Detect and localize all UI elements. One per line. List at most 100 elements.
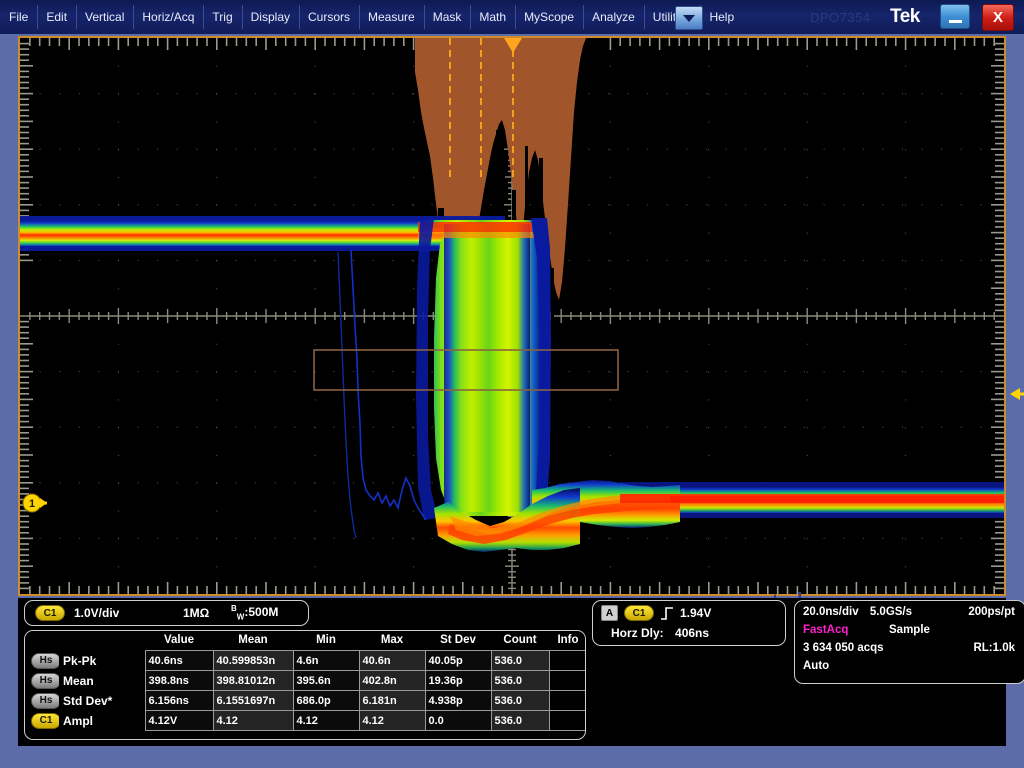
menu-file[interactable]: File [0, 0, 37, 34]
measurement-source-badge: C1 [31, 713, 59, 729]
acq-mode: FastAcq [803, 624, 848, 636]
measurement-source-badge: Hs [31, 673, 59, 689]
close-button[interactable]: X [982, 4, 1014, 31]
waveform-svg [20, 38, 1004, 594]
header-count: Count [491, 631, 549, 651]
measurement-source-badge: Hs [31, 693, 59, 709]
header-min: Min [293, 631, 359, 651]
header-spacer-label [59, 631, 145, 651]
waveform-display[interactable]: 1 www.tehencom.com [18, 36, 1006, 596]
row-badge-cell: Hs [25, 671, 59, 691]
cell-info [549, 651, 586, 671]
channel1-bandwidth: BW:500M [231, 604, 278, 621]
cell-max: 4.12 [359, 711, 425, 731]
trigger-readout-panel[interactable]: A C1 1.94V Horz Dly: 406ns [592, 600, 786, 646]
menu-edit[interactable]: Edit [37, 0, 76, 34]
header-mean: Mean [213, 631, 293, 651]
measurement-table: Value Mean Min Max St Dev Count Info Hs [25, 631, 586, 731]
cell-count: 536.0 [491, 711, 549, 731]
record-length: RL:1.0k [973, 642, 1015, 654]
menu-analyze[interactable]: Analyze [583, 0, 644, 34]
horz-row-timebase: 20.0ns/div 5.0GS/s 200ps/pt [803, 606, 1017, 624]
menu-trig[interactable]: Trig [203, 0, 241, 34]
header-value: Value [145, 631, 213, 651]
bw-value: :500M [244, 605, 278, 619]
acq-type: Sample [889, 624, 930, 636]
cell-stdev: 4.938p [425, 691, 491, 711]
trigger-level-value: 1.94V [680, 606, 711, 620]
cell-info [549, 711, 586, 731]
model-label: DPO7354 [810, 10, 871, 25]
header-stdev: St Dev [425, 631, 491, 651]
graticule-canvas [20, 38, 1004, 594]
menu-math[interactable]: Math [470, 0, 515, 34]
channel1-ground-marker[interactable]: 1 [22, 492, 52, 514]
cell-value: 4.12V [145, 711, 213, 731]
trigger-row-level: A C1 1.94V [601, 605, 777, 621]
tek-logo: Tek [890, 6, 920, 28]
rising-edge-icon [660, 607, 674, 620]
row-badge-cell: Hs [25, 651, 59, 671]
cell-min: 686.0p [293, 691, 359, 711]
horz-row-acqmode: FastAcq Sample [803, 624, 1017, 642]
horz-row-acqcount: 3 634 050 acqs RL:1.0k [803, 642, 1017, 660]
cell-min: 4.12 [293, 711, 359, 731]
measurement-name: Mean [63, 674, 94, 688]
cell-stdev: 19.36p [425, 671, 491, 691]
table-row[interactable]: Hs Std Dev* 6.156ns 6.1551697n 686.0p 6.… [25, 691, 586, 711]
menu-display[interactable]: Display [242, 0, 299, 34]
trigger-level-marker[interactable] [1008, 386, 1024, 402]
row-badge-cell: C1 [25, 711, 59, 731]
cell-max: 6.181n [359, 691, 425, 711]
channel1-volts-per-div: 1.0V/div [74, 606, 119, 620]
table-row[interactable]: Hs Mean 398.8ns 398.81012n 395.6n 402.8n… [25, 671, 586, 691]
menu-help[interactable]: Help [700, 0, 743, 34]
menu-myscope[interactable]: MyScope [515, 0, 583, 34]
cell-min: 4.6n [293, 651, 359, 671]
cell-count: 536.0 [491, 691, 549, 711]
channel1-readout[interactable]: C1 1.0V/div 1MΩ BW:500M [24, 600, 309, 626]
cell-mean: 398.81012n [213, 671, 293, 691]
menu-vertical[interactable]: Vertical [76, 0, 133, 34]
minimize-icon [949, 20, 962, 23]
cell-count: 536.0 [491, 651, 549, 671]
cell-stdev: 40.05p [425, 651, 491, 671]
horz-row-trigmode: Auto [803, 660, 1017, 678]
trigger-mode: Auto [803, 660, 829, 672]
time-per-div: 20.0ns/div [803, 606, 859, 618]
measurement-name: Ampl [63, 714, 93, 728]
row-label-cell: Std Dev* [59, 691, 145, 711]
cell-value: 6.156ns [145, 691, 213, 711]
menu-measure[interactable]: Measure [359, 0, 424, 34]
table-row[interactable]: Hs Pk-Pk 40.6ns 40.599853n 4.6n 40.6n 40… [25, 651, 586, 671]
measurement-table-panel[interactable]: Value Mean Min Max St Dev Count Info Hs [24, 630, 586, 740]
minimize-button[interactable] [940, 4, 970, 29]
resolution: 200ps/pt [968, 606, 1015, 618]
channel1-badge: C1 [35, 605, 65, 621]
cell-value: 398.8ns [145, 671, 213, 691]
measurement-name: Std Dev* [63, 694, 112, 708]
header-info: Info [549, 631, 586, 651]
chevron-down-icon[interactable] [675, 6, 703, 30]
horizontal-acquisition-panel[interactable]: 20.0ns/div 5.0GS/s 200ps/pt FastAcq Samp… [794, 600, 1024, 684]
oscilloscope-window: File Edit Vertical Horiz/Acq Trig Displa… [0, 0, 1024, 768]
cell-info [549, 671, 586, 691]
row-label-cell: Ampl [59, 711, 145, 731]
cell-min: 395.6n [293, 671, 359, 691]
trigger-channel-badge: C1 [624, 605, 654, 621]
readout-area: C1 1.0V/div 1MΩ BW:500M Value Mean [18, 598, 1006, 746]
menu-mask[interactable]: Mask [424, 0, 471, 34]
row-badge-cell: Hs [25, 691, 59, 711]
table-row[interactable]: C1 Ampl 4.12V 4.12 4.12 4.12 0.0 536.0 [25, 711, 586, 731]
cell-max: 40.6n [359, 651, 425, 671]
svg-text:1: 1 [29, 498, 35, 510]
measurement-header-row: Value Mean Min Max St Dev Count Info [25, 631, 586, 651]
menu-horiz-acq[interactable]: Horiz/Acq [133, 0, 203, 34]
cell-mean: 40.599853n [213, 651, 293, 671]
menu-cursors[interactable]: Cursors [299, 0, 359, 34]
trigger-source-a-badge: A [601, 605, 618, 621]
horz-delay-label: Horz Dly: [611, 626, 664, 640]
measurement-source-badge: Hs [31, 653, 59, 669]
header-max: Max [359, 631, 425, 651]
chevron-down-glyph [683, 15, 695, 22]
